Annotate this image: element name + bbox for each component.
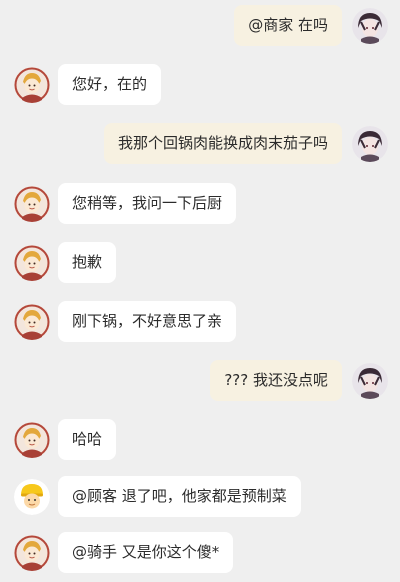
merchant-avatar[interactable] (14, 304, 50, 340)
rider-avatar[interactable] (14, 479, 50, 515)
message-bubble[interactable]: 哈哈 (58, 419, 117, 460)
message-bubble[interactable]: @顾客 退了吧，他家都是预制菜 (58, 476, 301, 517)
message-row: 哈哈 (0, 419, 400, 465)
message-bubble[interactable]: @骑手 又是你这个傻* (58, 532, 234, 573)
merchant-avatar[interactable] (14, 67, 50, 103)
merchant-avatar[interactable] (14, 422, 50, 458)
customer-avatar[interactable] (352, 8, 388, 44)
message-row: @顾客 退了吧，他家都是预制菜 (0, 476, 400, 522)
message-row: ??? 我还没点呢 (0, 360, 400, 406)
message-row: 您稍等，我问一下后厨 (0, 183, 400, 229)
message-row: @商家 在吗 (0, 5, 400, 51)
merchant-avatar[interactable] (14, 245, 50, 281)
message-bubble[interactable]: 刚下锅，不好意思了亲 (58, 301, 237, 342)
message-bubble[interactable]: ??? 我还没点呢 (210, 360, 342, 401)
merchant-avatar[interactable] (14, 535, 50, 571)
message-bubble[interactable]: 我那个回锅肉能换成肉末茄子吗 (103, 123, 342, 164)
message-row: 抱歉 (0, 242, 400, 288)
message-bubble[interactable]: @商家 在吗 (234, 5, 342, 46)
message-row: @骑手 又是你这个傻* (0, 532, 400, 578)
message-row: 您好，在的 (0, 64, 400, 110)
message-row: 刚下锅，不好意思了亲 (0, 301, 400, 347)
customer-avatar[interactable] (352, 126, 388, 162)
merchant-avatar[interactable] (14, 186, 50, 222)
message-bubble[interactable]: 您稍等，我问一下后厨 (58, 183, 237, 224)
message-bubble[interactable]: 您好，在的 (58, 64, 162, 105)
message-bubble[interactable]: 抱歉 (58, 242, 117, 283)
customer-avatar[interactable] (352, 363, 388, 399)
message-row: 我那个回锅肉能换成肉末茄子吗 (0, 123, 400, 169)
